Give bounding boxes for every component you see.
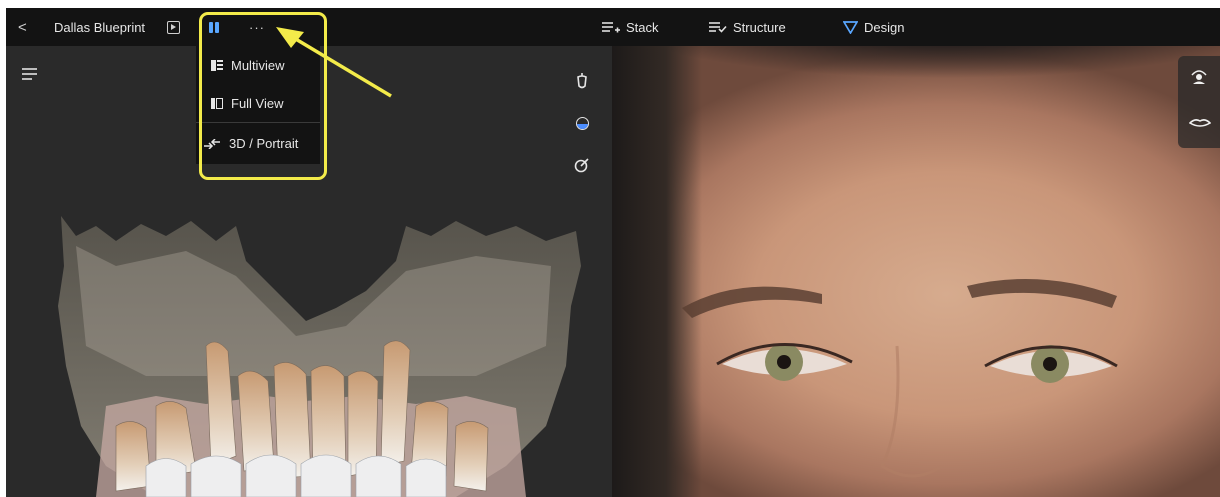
view-mode-menu: Multiview Full View 3D / Portrait xyxy=(196,46,320,164)
stack-add-icon xyxy=(602,22,620,33)
split-view-icon xyxy=(209,21,219,33)
top-crop-strip xyxy=(0,0,1220,8)
portrait-tools xyxy=(1178,56,1220,148)
present-button[interactable] xyxy=(167,8,180,46)
menu-item-full-view[interactable]: Full View xyxy=(196,84,320,122)
menu-toggle-icon[interactable] xyxy=(22,68,37,83)
structure-check-icon xyxy=(709,22,727,33)
menu-item-3d-portrait-label: 3D / Portrait xyxy=(229,136,299,151)
portrait-viewport[interactable] xyxy=(612,46,1220,497)
design-triangle-icon xyxy=(843,20,858,34)
face-rotate-button[interactable] xyxy=(1189,69,1209,89)
nav-stack-label: Stack xyxy=(626,19,659,35)
compass-tool-button[interactable] xyxy=(571,154,593,176)
top-toolbar: < Dallas Blueprint ··· Stack Structure D… xyxy=(6,8,1220,46)
nav-stack[interactable]: Stack xyxy=(602,8,659,46)
implant-tool-button[interactable] xyxy=(571,70,593,92)
multiview-icon xyxy=(211,59,223,71)
ellipsis-icon: ··· xyxy=(249,19,265,35)
project-title: Dallas Blueprint xyxy=(54,19,146,35)
menu-item-full-view-label: Full View xyxy=(231,95,284,111)
full-view-icon xyxy=(211,97,223,109)
menu-item-multiview-label: Multiview xyxy=(231,57,285,73)
chevron-left-icon: < xyxy=(18,18,27,36)
app-window: < Dallas Blueprint ··· Stack Structure D… xyxy=(6,8,1220,497)
split-view-button[interactable] xyxy=(209,8,219,46)
lip-icon xyxy=(1188,119,1212,127)
menu-item-3d-portrait[interactable]: 3D / Portrait xyxy=(196,122,320,164)
implant-icon xyxy=(577,73,587,89)
menu-item-multiview[interactable]: Multiview xyxy=(196,46,320,84)
play-icon xyxy=(167,20,180,34)
nav-design[interactable]: Design xyxy=(843,8,904,46)
half-circle-tool-button[interactable] xyxy=(571,112,593,134)
half-circle-icon xyxy=(575,116,589,130)
nav-structure-label: Structure xyxy=(733,19,786,35)
compass-icon xyxy=(574,158,589,173)
viewport-tools xyxy=(571,70,593,176)
swap-arrows-icon xyxy=(204,138,220,149)
back-button[interactable]: < xyxy=(18,8,27,46)
nav-design-label: Design xyxy=(864,19,905,35)
portrait-face xyxy=(682,278,1118,478)
face-rotate-icon xyxy=(1191,70,1207,84)
more-options-button[interactable]: ··· xyxy=(249,8,265,46)
lip-tool-button[interactable] xyxy=(1188,115,1212,135)
nav-structure[interactable]: Structure xyxy=(709,8,786,46)
